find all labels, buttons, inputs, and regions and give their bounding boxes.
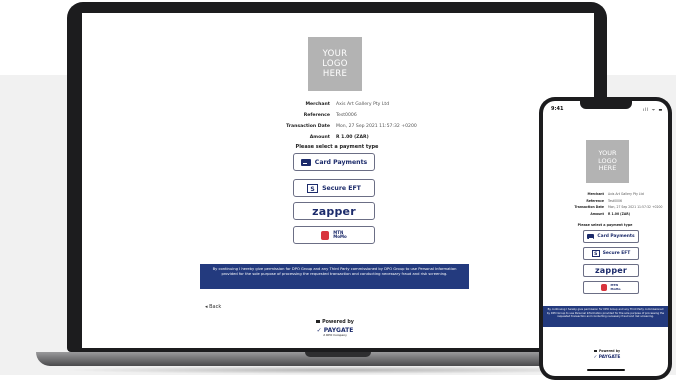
reference-row: Reference Test0006 <box>252 110 452 121</box>
secure-eft-label: Secure EFT <box>322 184 361 192</box>
phone-paygate-brand: PAYGATE <box>598 355 621 360</box>
lock-icon <box>316 320 321 323</box>
phone-eft-icon: S <box>591 250 600 257</box>
phone-secure-eft-label: Secure EFT <box>602 251 631 256</box>
merchant-label: Merchant <box>305 102 330 107</box>
consent-banner: By continuing I hereby give permission f… <box>200 264 469 289</box>
powered-by-footer: Powered by ✓ PAYGATE A DPO Company <box>302 320 368 337</box>
status-icons: ıll ᯤ ▬ <box>643 107 664 112</box>
payment-type-title: Please select a payment type <box>295 144 379 150</box>
phone-zapper-button[interactable]: zapper <box>583 264 639 277</box>
reference-label: Reference <box>303 113 330 118</box>
phone-screen: 9:41 ıll ᯤ ▬ YOUR LOGO HERE Merchant Axis … <box>543 101 668 376</box>
home-indicator <box>587 369 625 371</box>
phone-lock-icon <box>593 350 597 352</box>
card-payments-label: Card Payments <box>314 158 368 166</box>
phone-date-label: Transaction Date <box>574 205 604 210</box>
laptop-hinge-notch <box>305 352 371 357</box>
phone-merchant-label: Merchant <box>587 192 604 197</box>
phone-frame: 9:41 ıll ᯤ ▬ YOUR LOGO HERE Merchant Axis … <box>539 97 672 380</box>
reference-value: Test0006 <box>336 113 357 118</box>
phone-amount-label: Amount <box>590 211 604 216</box>
transaction-details: Merchant Axis Art Gallery Pty Ltd Refere… <box>252 99 452 143</box>
phone-transaction-details: Merchant Axis Art Gallery Pty Ltd Refere… <box>545 191 667 217</box>
phone-powered-by-label: Powered by <box>598 349 621 353</box>
merchant-row: Merchant Axis Art Gallery Pty Ltd <box>252 99 452 110</box>
back-link[interactable]: ◂ Back <box>205 304 221 310</box>
powered-by-label: Powered by <box>322 320 354 325</box>
amount-row: Amount R 1.00 (ZAR) <box>252 132 452 143</box>
phone-merchant-value: Axis Art Gallery Pty Ltd <box>608 192 644 197</box>
amount-label: Amount <box>309 135 330 140</box>
card-payments-button[interactable]: Card Payments <box>293 153 375 171</box>
back-label: Back <box>209 304 222 310</box>
phone-momo-label: MTN MoMo <box>610 283 621 291</box>
paygate-brand: PAYGATE <box>323 327 354 334</box>
momo-name-label: MoMo <box>333 234 347 239</box>
phone-momo-button[interactable]: MTN MoMo <box>583 281 639 294</box>
phone-card-payments-label: Card Payments <box>597 234 635 239</box>
credit-card-icon <box>300 158 311 166</box>
phone-amount-value: R 1.00 (ZAR) <box>608 211 631 216</box>
phone-momo-icon <box>601 284 608 291</box>
phone-merchant-logo: YOUR LOGO HERE <box>586 140 629 183</box>
amount-value: R 1.00 (ZAR) <box>336 135 369 140</box>
phone-secure-eft-button[interactable]: S Secure EFT <box>583 247 639 260</box>
chevron-left-icon: ◂ <box>205 304 208 310</box>
merchant-value: Axis Art Gallery Pty Ltd <box>336 102 390 107</box>
status-time: 9:41 <box>551 106 564 112</box>
phone-payment-type-title: Please select a payment type <box>577 223 633 227</box>
paygate-logo: ✓ PAYGATE <box>302 327 368 334</box>
phone-date-value: Mon, 27 Sep 2021 11:57:32 +0200 <box>608 205 663 210</box>
phone-zapper-logo: zapper <box>594 266 628 275</box>
paygate-sub: A DPO Company <box>323 334 347 337</box>
date-value: Mon, 27 Sep 2021 11:57:32 +0200 <box>336 124 417 129</box>
phone-momo-name-label: MoMo <box>610 286 621 291</box>
momo-label: MTN MoMo <box>333 230 347 240</box>
secure-eft-button[interactable]: S Secure EFT <box>293 179 375 197</box>
phone-notch <box>580 101 632 109</box>
phone-paygate-logo: ✓ PAYGATE <box>583 355 631 360</box>
phone-powered-by-footer: Powered by ✓ PAYGATE <box>583 349 631 360</box>
phone-reference-label: Reference <box>586 198 604 203</box>
phone-consent-banner: By continuing I hereby give permission f… <box>543 306 668 327</box>
zapper-logo: zapper <box>312 204 356 218</box>
momo-icon <box>321 230 330 240</box>
momo-button[interactable]: MTN MoMo <box>293 226 375 244</box>
zapper-button[interactable]: zapper <box>293 202 375 220</box>
phone-paygate-check-icon: ✓ <box>593 355 598 360</box>
merchant-logo: YOUR LOGO HERE <box>308 37 362 91</box>
phone-reference-value: Test0006 <box>608 198 622 203</box>
date-label: Transaction Date <box>286 124 330 129</box>
date-row: Transaction Date Mon, 27 Sep 2021 11:57:… <box>252 121 452 132</box>
eft-icon: S <box>307 183 319 193</box>
phone-amount-row: Amount R 1.00 (ZAR) <box>545 211 667 218</box>
phone-credit-card-icon <box>587 234 595 239</box>
laptop-shadow <box>60 366 616 374</box>
phone-card-payments-button[interactable]: Card Payments <box>583 230 639 243</box>
laptop-screen: YOUR LOGO HERE Merchant Axis Art Gallery P… <box>82 13 594 348</box>
paygate-check-icon: ✓ <box>316 327 322 334</box>
